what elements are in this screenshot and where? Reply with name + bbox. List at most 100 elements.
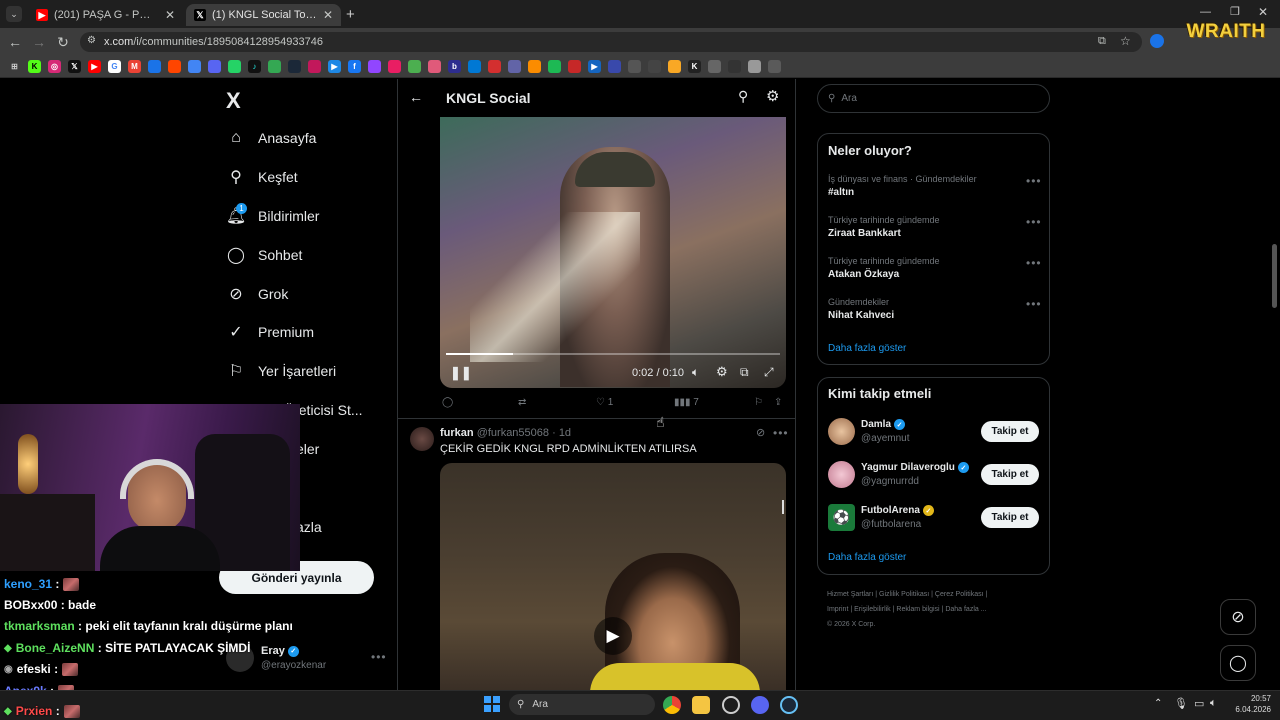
- new-tab-button[interactable]: +: [346, 6, 355, 23]
- bookmark-game-icon[interactable]: [768, 60, 781, 73]
- video-settings-icon[interactable]: ⚙: [716, 364, 728, 380]
- fullscreen-icon[interactable]: ⤢: [764, 365, 774, 380]
- clock[interactable]: 20:57 6.04.2026: [1231, 693, 1271, 715]
- avatar[interactable]: [410, 427, 434, 451]
- follow-button[interactable]: Takip et: [981, 421, 1039, 442]
- bookmark-spotify-icon[interactable]: [548, 60, 561, 73]
- more-icon[interactable]: •••: [1026, 174, 1042, 188]
- footer-link[interactable]: Gizlilik Politikası: [879, 591, 929, 598]
- play-icon[interactable]: ▶: [594, 617, 632, 655]
- taskbar-search[interactable]: ⚲ Ara: [509, 694, 655, 715]
- nav-item-notifications[interactable]: 🔔︎ 1 Bildirimler: [226, 203, 319, 228]
- trend-item[interactable]: İş dünyası ve finans · Gündemdekiler #al…: [828, 174, 1043, 198]
- bookmark-translate-icon[interactable]: [408, 60, 421, 73]
- share-icon[interactable]: ⇪: [774, 397, 782, 408]
- bookmark-kick-icon[interactable]: K: [28, 60, 41, 73]
- bookmark-coin-icon[interactable]: [668, 60, 681, 73]
- bookmark-calendar-icon[interactable]: [608, 60, 621, 73]
- bookmark-chart-icon[interactable]: [568, 60, 581, 73]
- more-icon[interactable]: •••: [371, 650, 387, 664]
- video-player[interactable]: ❚❚ 0:02 / 0:10 🔈︎ ⚙ ⧉ ⤢: [440, 117, 786, 388]
- like-button[interactable]: ♡ 1: [596, 397, 613, 408]
- bookmark-steam-icon[interactable]: [288, 60, 301, 73]
- url-input[interactable]: ⚙ x.com/i/communities/189508412895493374…: [80, 32, 1142, 52]
- follow-suggestion[interactable]: Yagmur Dilaveroglu ✓ @yagmurrdd Takip et: [828, 461, 1043, 489]
- close-icon[interactable]: ✕: [165, 8, 175, 22]
- bookmark-discord-icon[interactable]: [208, 60, 221, 73]
- bookmark-mail-icon[interactable]: [468, 60, 481, 73]
- bookmark-photos-icon[interactable]: [528, 60, 541, 73]
- footer-link[interactable]: Imprint: [827, 606, 848, 613]
- bookmark-twitch-icon[interactable]: [368, 60, 381, 73]
- messages-float-button[interactable]: ◯: [1220, 645, 1256, 681]
- more-icon[interactable]: •••: [1026, 297, 1042, 311]
- bookmark-compass-icon[interactable]: [748, 60, 761, 73]
- scroll-thumb[interactable]: [782, 500, 784, 514]
- bookmark-sheets-icon[interactable]: [268, 60, 281, 73]
- footer-link[interactable]: Daha fazla ...: [945, 606, 986, 613]
- install-icon[interactable]: ⧉: [1098, 35, 1106, 48]
- tab-search-button[interactable]: ⌄: [6, 6, 22, 22]
- app-icon[interactable]: [722, 696, 740, 714]
- back-icon[interactable]: ←: [6, 33, 24, 51]
- reply-icon[interactable]: ◯: [442, 397, 453, 408]
- trend-item[interactable]: Türkiye tarihinde gündemde Ziraat Bankka…: [828, 215, 1043, 239]
- bookmark-gallery-icon[interactable]: [308, 60, 321, 73]
- discord-icon[interactable]: [751, 696, 769, 714]
- tab-x[interactable]: 𝕏 (1) KNGL Social Topluluk / X ✕: [186, 4, 341, 26]
- steam-icon[interactable]: [780, 696, 798, 714]
- bookmark-teams-icon[interactable]: [508, 60, 521, 73]
- star-icon[interactable]: ☆: [1120, 34, 1131, 48]
- bookmark-instagram-icon[interactable]: ◎: [48, 60, 61, 73]
- back-arrow-icon[interactable]: ←: [409, 89, 423, 105]
- bookmark-icon[interactable]: ⚐: [754, 397, 763, 408]
- grok-icon[interactable]: ⊘: [756, 426, 765, 439]
- footer-link[interactable]: Reklam bilgisi: [896, 606, 939, 613]
- post-handle[interactable]: @furkan55068: [477, 427, 549, 439]
- nav-item-explore[interactable]: ⚲ Keşfet: [226, 165, 298, 189]
- chrome-icon[interactable]: [663, 696, 681, 714]
- footer-link[interactable]: Hizmet Şartları: [827, 591, 873, 598]
- file-explorer-icon[interactable]: [692, 696, 710, 714]
- trend-item[interactable]: Gündemdekiler Nihat Kahveci •••: [828, 297, 1043, 321]
- bookmark-edge-icon[interactable]: [428, 60, 441, 73]
- views-button[interactable]: ▮▮▮ 7: [674, 397, 699, 408]
- windows-start-icon[interactable]: [484, 696, 500, 712]
- bookmark-bing-icon[interactable]: b: [448, 60, 461, 73]
- close-icon[interactable]: ✕: [323, 8, 333, 22]
- follow-button[interactable]: Takip et: [981, 507, 1039, 528]
- repost-icon[interactable]: ⇄: [518, 397, 526, 408]
- settings-icon[interactable]: ⚙: [766, 87, 779, 105]
- bookmark-cloud-icon[interactable]: [488, 60, 501, 73]
- nav-item-chat[interactable]: ◯ Sohbet: [226, 243, 302, 267]
- bookmark-play-icon[interactable]: ▶: [328, 60, 341, 73]
- nav-item-bookmarks[interactable]: ⚐ Yer İşaretleri: [226, 359, 336, 383]
- bookmark-facebook-icon[interactable]: f: [348, 60, 361, 73]
- microphone-icon[interactable]: 🎙︎: [1174, 697, 1188, 710]
- bookmark-drive-icon[interactable]: [148, 60, 161, 73]
- page-scrollbar-thumb[interactable]: [1272, 244, 1277, 308]
- bookmark-x-icon[interactable]: 𝕏: [68, 60, 81, 73]
- bookmark-youtube-icon[interactable]: ▶: [88, 60, 101, 73]
- show-more-link[interactable]: Daha fazla göster: [828, 552, 906, 563]
- bookmark-tool-icon[interactable]: [708, 60, 721, 73]
- post-time[interactable]: 1d: [559, 427, 571, 439]
- grok-float-button[interactable]: ⊘: [1220, 599, 1256, 635]
- search-icon[interactable]: ⚲: [738, 88, 748, 105]
- network-icon[interactable]: ▭: [1194, 697, 1204, 710]
- tab-youtube[interactable]: ▶ (201) PAŞA G - POMPACI RAMA ✕: [28, 4, 183, 26]
- bookmark-whatsapp-icon[interactable]: [228, 60, 241, 73]
- search-input[interactable]: ⚲ Ara: [817, 84, 1050, 113]
- tray-chevron-icon[interactable]: ⌃: [1154, 698, 1162, 709]
- nav-item-premium[interactable]: ✓ Premium: [226, 320, 314, 344]
- forward-icon[interactable]: →: [30, 33, 48, 51]
- bookmark-camera-icon[interactable]: [628, 60, 641, 73]
- follow-button[interactable]: Takip et: [981, 464, 1039, 485]
- nav-item-home[interactable]: ⌂ Anasayfa: [226, 126, 316, 150]
- nav-item-grok[interactable]: ⊘ Grok: [226, 282, 288, 306]
- video-player-2[interactable]: ▶: [440, 463, 786, 690]
- footer-link[interactable]: Erişilebilirlik: [854, 606, 891, 613]
- bookmark-docs-icon[interactable]: [188, 60, 201, 73]
- volume-icon[interactable]: 🔈︎: [1210, 697, 1217, 710]
- bookmark-music-icon[interactable]: [388, 60, 401, 73]
